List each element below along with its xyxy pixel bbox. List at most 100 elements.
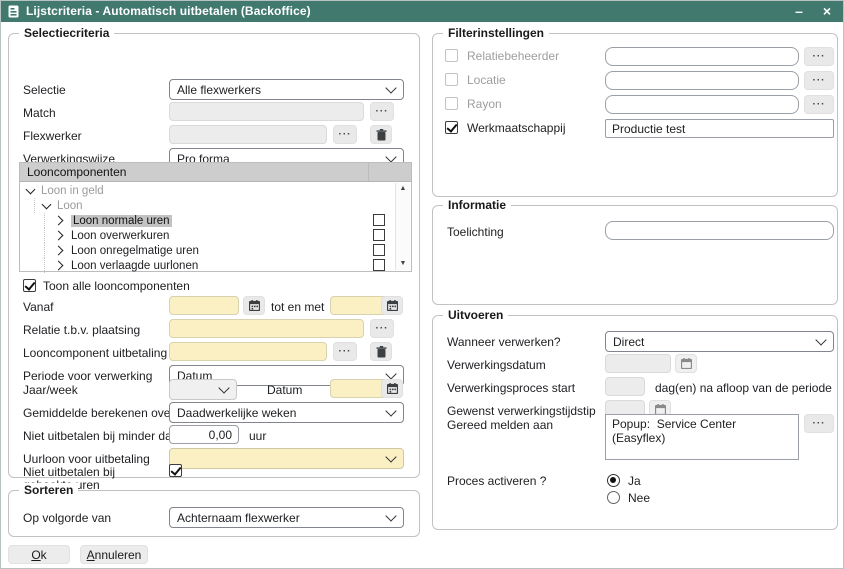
chevron-down-icon [385,368,396,379]
chevron-collapsed-icon[interactable] [54,261,64,271]
locatie-label: Locatie [467,73,506,87]
proces-nee-label: Nee [628,491,650,505]
scroll-up-icon[interactable]: ▲ [396,184,410,194]
tot-en-met-label: tot en met [271,300,324,314]
trash-icon [376,346,387,358]
niet-minder-field[interactable]: 0,00 [169,425,239,444]
tot-en-met-calendar-button[interactable] [381,296,403,315]
trash-icon [376,129,387,141]
jaarweek-datum-label: Datum [267,383,302,397]
werkmaatschappij-label: Werkmaatschappij [467,121,565,135]
calendar-icon [387,300,398,311]
vanaf-date-field[interactable] [169,296,239,315]
calendar-icon [681,358,692,369]
minimize-button[interactable]: – [786,0,812,22]
toon-alle-checkbox[interactable] [23,279,36,292]
tree-node-label: Loon overwerkuren [71,230,169,242]
group-title: Informatie [443,198,511,212]
scroll-down-icon[interactable]: ▼ [396,259,410,269]
ok-button-label: Ok [31,548,46,562]
relatiebeheerder-browse-button[interactable]: ··· [804,47,834,66]
chevron-collapsed-icon[interactable] [54,246,64,256]
flexwerker-browse-button[interactable]: ··· [333,125,357,144]
proces-nee-radio[interactable] [607,491,620,504]
rayon-field [605,95,799,114]
match-browse-button[interactable]: ··· [370,102,394,121]
chevron-down-icon [385,151,396,162]
group-selectiecriteria: Selectiecriteria Selectie Alle flexwerke… [8,33,420,478]
looncomponent-uitbetaling-browse-button[interactable]: ··· [333,342,357,361]
ok-button[interactable]: Ok [8,545,70,564]
uurloon-dropdown[interactable] [169,448,404,469]
werkmaatschappij-field[interactable]: Productie test [605,119,834,138]
rayon-browse-button[interactable]: ··· [804,95,834,114]
chevron-collapsed-icon[interactable] [54,231,64,241]
chevron-down-icon [385,82,396,93]
tree-guide [44,243,45,258]
tree-guide [44,258,45,273]
gereed-textarea[interactable]: Popup: Service Center (Easyflex) [605,414,799,460]
flexwerker-clear-button[interactable] [370,125,392,144]
tree-checkbox[interactable] [373,259,385,271]
chevron-expanded-icon[interactable] [26,184,36,194]
tree-node-loon-onregelmatige-uren[interactable]: Loon onregelmatige uren [44,243,199,258]
group-title: Uitvoeren [443,308,508,322]
periode-label: Periode voor verwerking [23,369,152,383]
looncomponent-uitbetaling-label: Looncomponent uitbetaling [23,346,167,360]
toelichting-field[interactable] [605,221,834,240]
chevron-down-icon [815,334,826,345]
group-filterinstellingen: Filterinstellingen Relatiebeheerder ··· … [432,33,838,197]
uur-suffix-label: uur [249,429,266,443]
selectie-dropdown[interactable]: Alle flexwerkers [169,79,404,100]
tree-node-loon-normale-uren[interactable]: Loon normale uren [44,213,172,228]
wanneer-dropdown[interactable]: Direct [605,331,834,352]
jaarweek-label: Jaar/week [23,383,78,397]
vanaf-label: Vanaf [23,300,53,314]
relatie-field[interactable] [169,319,364,338]
gemiddelde-dropdown[interactable]: Daadwerkelijke weken [169,402,404,423]
tree-guide [34,198,35,213]
chevron-down-icon [385,510,396,521]
tree-guide [44,213,45,228]
looncomponent-uitbetaling-field[interactable] [169,342,327,361]
gereed-browse-button[interactable]: ··· [804,414,834,433]
tree-node-loon-overwerkuren[interactable]: Loon overwerkuren [44,228,169,243]
tree-checkbox[interactable] [373,214,385,226]
tree-node-label: Loon in geld [41,185,104,197]
rayon-checkbox [445,97,458,110]
relatie-browse-button[interactable]: ··· [370,319,394,338]
locatie-browse-button[interactable]: ··· [804,71,834,90]
annuleren-button[interactable]: Annuleren [80,545,148,564]
proces-ja-radio[interactable] [607,474,620,487]
tree-checkbox[interactable] [373,244,385,256]
looncomponent-uitbetaling-clear-button[interactable] [370,342,392,361]
tree-scrollbar[interactable]: ▲ ▼ [395,183,410,270]
chevron-collapsed-icon[interactable] [54,216,64,226]
close-button[interactable]: × [814,0,840,22]
jaarweek-dropdown[interactable] [169,379,237,400]
tree-checkbox[interactable] [373,229,385,241]
niet-geboekt-checkbox[interactable] [169,464,182,477]
tree-node-label: Loon verlaagde uurlonen [71,260,198,272]
op-volgorde-dropdown[interactable]: Achternaam flexwerker [169,507,404,528]
jaarweek-calendar-button[interactable] [381,379,403,398]
op-volgorde-value: Achternaam flexwerker [177,511,381,525]
toon-alle-label: Toon alle looncomponenten [43,279,190,293]
looncomponenten-tree[interactable]: Looncomponenten Loon in geld Loon Loon n… [19,162,412,272]
chevron-down-icon [218,382,229,393]
verwerkingsdatum-calendar-button [675,354,697,373]
verwerkingsproces-label: Verwerkingsproces start [447,381,575,395]
tree-node-loon-verlaagde-uurlonen[interactable]: Loon verlaagde uurlonen [44,258,198,273]
toelichting-label: Toelichting [447,225,504,239]
selectie-value: Alle flexwerkers [177,83,381,97]
vanaf-calendar-button[interactable] [243,296,265,315]
group-uitvoeren: Uitvoeren Wanneer verwerken? Direct Verw… [432,315,838,530]
tree-node-loon-in-geld[interactable]: Loon in geld [27,183,104,198]
chevron-expanded-icon[interactable] [42,199,52,209]
relatiebeheerder-field [605,47,799,66]
tree-node-loon[interactable]: Loon [34,198,83,213]
werkmaatschappij-checkbox[interactable] [445,121,458,134]
locatie-checkbox [445,73,458,86]
selectie-label: Selectie [23,83,66,97]
window-title: Lijstcriteria - Automatisch uitbetalen (… [26,4,311,18]
